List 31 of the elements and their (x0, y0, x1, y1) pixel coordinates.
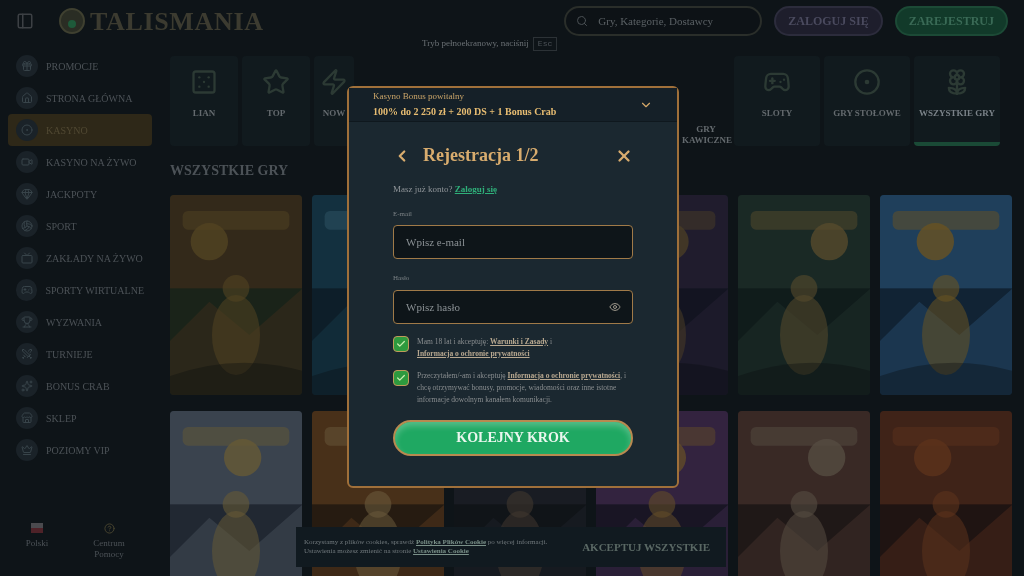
category-tab[interactable]: WSZYSTKIE GRY (914, 56, 1000, 146)
accept-cookies-button[interactable]: AKCEPTUJ WSZYSTKIE (582, 538, 718, 556)
category-tab[interactable]: NOW (314, 56, 354, 146)
sidebar-item[interactable]: SKLEP (8, 402, 152, 434)
search-field[interactable]: Gry, Kategorie, Dostawcy (564, 6, 763, 36)
sidebar-item[interactable]: BONUS CRAB (8, 370, 152, 402)
sidebar-item[interactable]: SPORTY WIRTUALNE (8, 274, 152, 306)
sidebar-item[interactable]: PROMOCJE (8, 50, 152, 82)
login-link[interactable]: Zaloguj się (454, 184, 497, 194)
next-step-button[interactable]: KOLEJNY KROK (393, 419, 633, 456)
category-tab[interactable]: GRY STOŁOWE (824, 56, 910, 146)
sidebar-item[interactable]: STRONA GŁÓWNA (8, 82, 152, 114)
sidebar-item[interactable]: POZIOMY VIP (8, 434, 152, 466)
account-prompt: Masz już konto? Zaloguj się (393, 183, 498, 196)
dialog-title: Rejestracja 1/2 (423, 144, 540, 167)
sidebar-item[interactable]: TURNIEJE (8, 338, 152, 370)
category-tab[interactable]: LIAN (170, 56, 238, 146)
section-title: WSZYSTKIE GRY (170, 162, 290, 180)
email-field[interactable]: Wpisz e-mail (393, 225, 633, 259)
category-tab[interactable]: TOP (242, 56, 310, 146)
bonus-banner[interactable]: Kasyno Bonus powitalny 100% do 2 250 zł + 200 DS + 1 Bonus Crab (349, 88, 677, 122)
category-tab[interactable]: SLOTY (734, 56, 820, 146)
fullscreen-hint: Tryb pełnoekranowy, naciśnij (422, 37, 529, 51)
sidebar-item[interactable]: JACKPOTY (8, 178, 152, 210)
sidebar-item[interactable]: SPORT (8, 210, 152, 242)
sidebar-item[interactable]: KASYNO NA ŻYWO (8, 146, 152, 178)
sidebar-item[interactable]: WYZWANIA (8, 306, 152, 338)
password-field[interactable]: Wpisz hasło (393, 289, 633, 324)
bonus-offer: 100% do 2 250 zł + 200 DS + 1 Bonus Crab (373, 104, 558, 119)
bonus-label: Kasyno Bonus powitalny (373, 90, 465, 104)
sidebar-item[interactable]: ZAKŁADY NA ŻYWO (8, 242, 152, 274)
